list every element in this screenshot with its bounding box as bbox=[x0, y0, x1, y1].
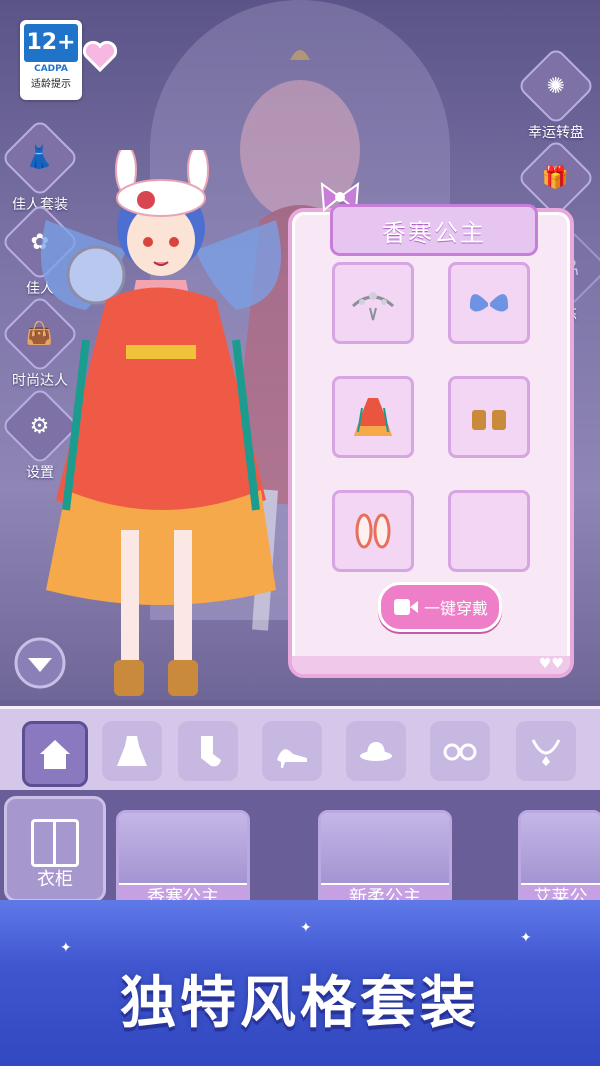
tab-socks[interactable] bbox=[178, 721, 238, 781]
video-camera-icon bbox=[393, 599, 418, 615]
side-button-wheel[interactable]: ✺ 幸运转盘 bbox=[516, 46, 596, 142]
tab-glasses[interactable] bbox=[430, 721, 490, 781]
tab-shoes[interactable] bbox=[262, 721, 322, 781]
wear-all-label: 一键穿戴 bbox=[423, 599, 488, 618]
wardrobe-icon bbox=[31, 819, 79, 867]
item-slot-tiara[interactable] bbox=[332, 262, 414, 344]
wardrobe-label: 衣柜 bbox=[37, 869, 73, 890]
banner-title: 独特风格套装 bbox=[120, 971, 480, 1036]
outfit-thumbnail bbox=[521, 813, 600, 893]
heel-icon bbox=[277, 749, 307, 768]
item-slot-shoes[interactable] bbox=[332, 490, 414, 572]
item-slot-boots[interactable] bbox=[448, 376, 530, 458]
glasses-icon bbox=[443, 743, 477, 761]
tab-hats[interactable] bbox=[346, 721, 406, 781]
item-slot-wings[interactable] bbox=[448, 262, 530, 344]
necklace-icon bbox=[531, 739, 561, 766]
outfit-items-grid bbox=[332, 262, 532, 572]
wardrobe-button[interactable]: 衣柜 bbox=[4, 796, 106, 902]
dress-icon bbox=[117, 736, 147, 766]
tab-necklace[interactable] bbox=[516, 721, 576, 781]
age-rating-number: 12+ bbox=[24, 24, 78, 62]
outfit-thumbnail bbox=[321, 813, 449, 893]
dressup-character[interactable] bbox=[26, 150, 296, 710]
rating-org: CADPA bbox=[34, 64, 68, 74]
wings-icon bbox=[469, 294, 509, 312]
outfit-title: 香寒公主 bbox=[330, 204, 538, 256]
wheel-icon: ✺ bbox=[516, 46, 596, 126]
item-slot-empty[interactable] bbox=[448, 490, 530, 572]
sparkle-icon: ✦ bbox=[60, 940, 72, 956]
panel-footer bbox=[292, 656, 570, 674]
sock-icon bbox=[201, 736, 221, 767]
wear-all-button[interactable]: 一键穿戴 bbox=[378, 582, 502, 632]
tab-home[interactable] bbox=[22, 721, 88, 787]
tiara-icon bbox=[351, 292, 395, 321]
rating-tip: 适龄提示 bbox=[31, 79, 71, 90]
item-slot-dress[interactable] bbox=[332, 376, 414, 458]
shoes-icon bbox=[355, 513, 391, 549]
outfit-panel: 香寒公主 一键穿戴 ♥♥ bbox=[288, 182, 574, 678]
dress-item-icon bbox=[354, 398, 392, 436]
boots-icon bbox=[472, 410, 506, 430]
sparkle-icon: ✦ bbox=[300, 920, 312, 936]
tab-dress[interactable] bbox=[102, 721, 162, 781]
hearts-icon: ♥♥ bbox=[538, 656, 564, 672]
outfit-thumbnail bbox=[119, 813, 247, 893]
home-icon bbox=[40, 740, 70, 769]
hat-icon bbox=[360, 742, 392, 761]
sparkle-icon: ✦ bbox=[520, 930, 532, 946]
heart-icon[interactable] bbox=[80, 36, 120, 76]
category-toolbar bbox=[0, 706, 600, 796]
age-rating-badge: 12+ CADPA 适龄提示 bbox=[20, 20, 82, 100]
